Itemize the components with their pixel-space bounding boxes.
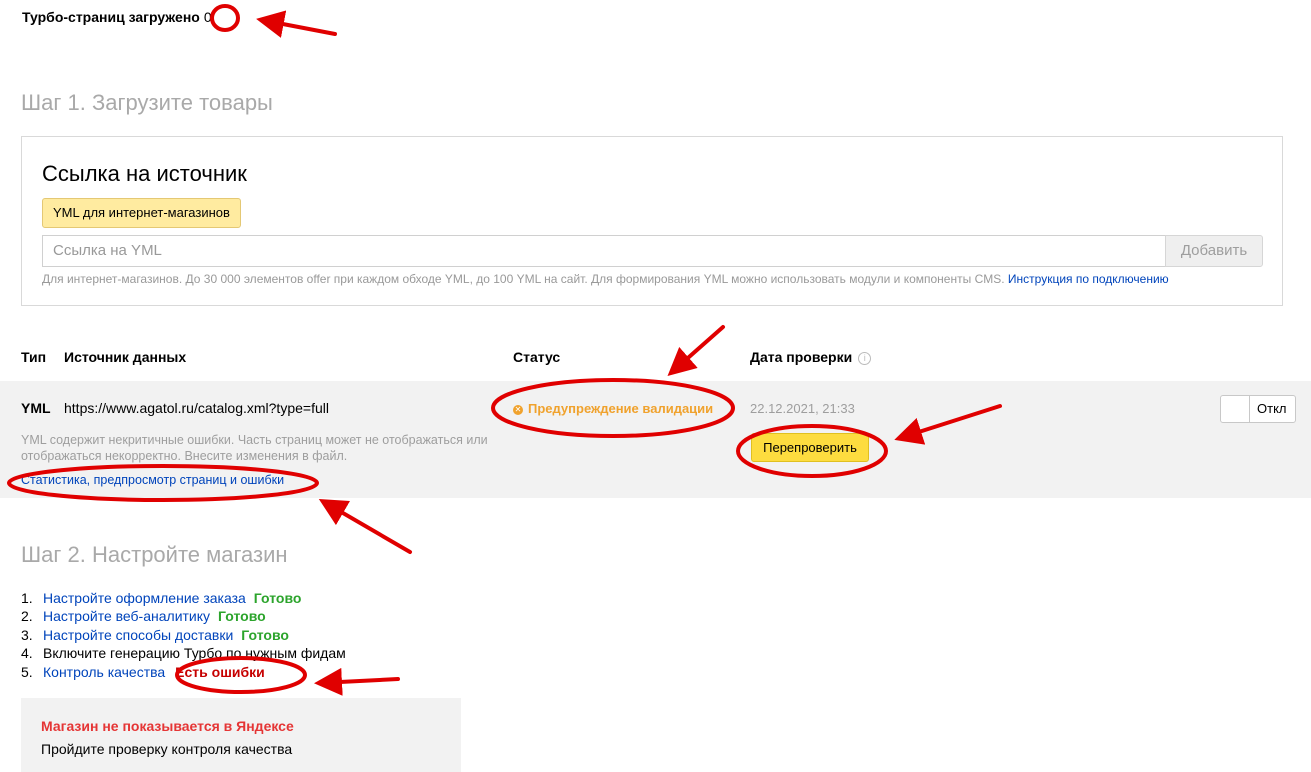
item-number: 2.: [21, 608, 33, 625]
item-number: 1.: [21, 590, 33, 606]
web-analytics-link[interactable]: Настройте веб-аналитику: [43, 608, 210, 624]
checklist-item: 2. Настройте веб-аналитику Готово: [21, 607, 346, 625]
turbo-pages-count: 0: [203, 9, 212, 25]
order-design-link[interactable]: Настройте оформление заказа: [43, 590, 246, 606]
hint-text: Для интернет-магазинов. До 30 000 элемен…: [42, 272, 1005, 286]
yml-type-chip[interactable]: YML для интернет-магазинов: [42, 198, 241, 228]
item-number: 5.: [21, 663, 33, 680]
status-done: Готово: [241, 626, 289, 643]
add-button[interactable]: Добавить: [1165, 235, 1263, 267]
warning-icon: ✕: [513, 405, 523, 415]
header-type: Тип: [21, 349, 47, 365]
toggle-knob[interactable]: [1221, 396, 1250, 422]
delivery-methods-link[interactable]: Настройте способы доставки: [43, 627, 233, 643]
feed-check-date: 22.12.2021, 21:33: [750, 401, 855, 416]
annotation-arrow-stats: [318, 498, 412, 554]
feed-toggle[interactable]: Откл: [1220, 395, 1296, 423]
stats-preview-link[interactable]: Статистика, предпросмотр страниц и ошибк…: [21, 473, 284, 487]
status-done: Готово: [218, 608, 266, 625]
toggle-label: Откл: [1257, 401, 1287, 416]
annotation-circle-count: [210, 4, 240, 32]
feed-type: YML: [21, 400, 51, 416]
header-date-label: Дата проверки: [750, 349, 853, 365]
alert-text: Пройдите проверку контроля качества: [41, 741, 293, 757]
checklist-item: 3. Настройте способы доставки Готово: [21, 626, 346, 644]
feed-row: YML https://www.agatol.ru/catalog.xml?ty…: [0, 381, 1311, 498]
step2-title: Шаг 2. Настройте магазин: [21, 542, 288, 567]
status-errors: Есть ошибки: [175, 663, 265, 680]
alert-title: Магазин не показывается в Яндексе: [41, 718, 294, 734]
feed-status: ✕ Предупреждение валидации: [513, 401, 713, 416]
feed-warning-note: YML содержит некритичные ошибки. Часть с…: [21, 433, 488, 463]
shop-hidden-alert: Магазин не показывается в Яндексе Пройди…: [21, 698, 461, 772]
feed-status-label: Предупреждение валидации: [528, 401, 714, 416]
info-icon[interactable]: i: [858, 352, 872, 365]
instruction-link[interactable]: Инструкция по подключению: [1008, 272, 1169, 286]
yml-url-input[interactable]: Ссылка на YML: [42, 235, 1165, 267]
turbo-pages-counter: Турбо-страниц загружено 0: [22, 9, 212, 25]
turbo-pages-label: Турбо-страниц загружено: [22, 9, 200, 25]
setup-checklist: 1. Настройте оформление заказа Готово 2. На…: [21, 589, 346, 681]
recheck-button[interactable]: Перепроверить: [751, 433, 869, 462]
feed-source-url: https://www.agatol.ru/catalog.xml?type=f…: [64, 400, 329, 416]
header-source: Источник данных: [64, 349, 187, 365]
status-done: Готово: [253, 590, 302, 606]
card-title: Ссылка на источник: [42, 161, 247, 186]
annotation-arrow-count: [256, 10, 337, 38]
item-number: 3.: [21, 626, 33, 643]
source-hint: Для интернет-магазинов. До 30 000 элемен…: [42, 272, 1169, 286]
step1-title: Шаг 1. Загрузите товары: [21, 90, 273, 115]
enable-turbo-text: Включите генерацию Турбо по нужным фидам: [43, 645, 346, 662]
annotation-arrow-status: [667, 325, 725, 376]
quality-control-link[interactable]: Контроль качества: [43, 664, 165, 680]
source-card: Ссылка на источник YML для интернет-мага…: [21, 136, 1283, 306]
checklist-item: 5. Контроль качества Есть ошибки: [21, 663, 346, 681]
item-number: 4.: [21, 645, 33, 662]
checklist-item: 4. Включите генерацию Турбо по нужным фид…: [21, 644, 346, 662]
header-date: Дата проверки i: [750, 349, 872, 365]
header-status: Статус: [513, 349, 561, 365]
checklist-item: 1. Настройте оформление заказа Готово: [21, 589, 346, 607]
